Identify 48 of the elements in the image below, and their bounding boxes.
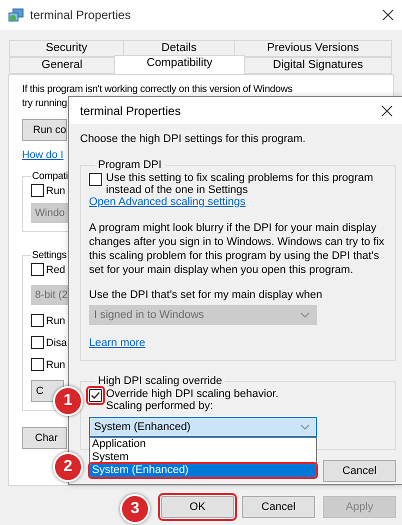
checkbox[interactable]	[89, 389, 102, 402]
tab[interactable]: General	[9, 57, 115, 74]
checkbox[interactable]	[31, 263, 44, 276]
checkbox-label: Disa	[46, 336, 68, 348]
dialog-button[interactable]: Cancel	[242, 496, 315, 518]
change-settings-button[interactable]: Char	[22, 427, 67, 449]
dropdown-option[interactable]: System (Enhanced)	[90, 464, 316, 477]
group-title: Program DPI	[97, 159, 163, 171]
close-icon[interactable]	[382, 9, 394, 21]
window-title: terminal Properties	[30, 8, 132, 22]
tab[interactable]: Security	[9, 40, 124, 57]
field-label: Scaling performed by:	[106, 400, 214, 412]
app-icon	[8, 7, 24, 23]
cancel-button[interactable]: Cancel	[323, 460, 396, 482]
checkbox[interactable]	[31, 358, 44, 371]
description-text: A program might look blurry if the DPI for your main display changes after you sign in to Windows. Windows can try to fix this scaling problem for this program by using the DPI that's set for your main display when you open this program.	[89, 221, 386, 277]
description-text: If this program isn't working correctly on this version of Windows	[22, 83, 292, 97]
checkbox-label: Use this setting to fix scaling problems for this program instead of the one in Settings	[106, 172, 374, 196]
checkbox[interactable]	[31, 184, 44, 197]
checkbox[interactable]	[31, 314, 44, 327]
chevron-icon	[300, 312, 310, 318]
window-title: terminal Properties	[80, 104, 182, 118]
dialog-button[interactable]: OK	[161, 496, 234, 518]
checkbox-label: Red	[46, 264, 66, 276]
run-button[interactable]: Run co	[22, 119, 67, 141]
checkbox-label: Run	[46, 314, 66, 326]
scaling-settings-link[interactable]: Open Advanced scaling settings	[89, 196, 246, 209]
instruction-text: Choose the high DPI settings for this program.	[80, 133, 307, 145]
tab[interactable]: Digital Signatures	[244, 57, 392, 74]
description-text: try running	[22, 97, 68, 111]
chevron-icon	[300, 424, 310, 430]
group-title: Settings	[31, 250, 68, 261]
tab[interactable]: Previous Versions	[234, 40, 392, 57]
checkbox-label: Run	[46, 184, 66, 196]
checkbox[interactable]	[89, 173, 102, 186]
group-title: Compati	[31, 171, 69, 182]
tab[interactable]: Compatibility	[114, 55, 245, 74]
checkbox-label: Override high DPI scaling behavior.	[106, 388, 278, 400]
group-title: High DPI scaling override	[97, 375, 224, 387]
checkbox[interactable]	[31, 336, 44, 349]
dropdown-label: Use the DPI that's set for my main display when	[89, 289, 324, 301]
help-link[interactable]: How do I	[22, 149, 64, 161]
dropdown-option[interactable]: System	[90, 451, 316, 464]
checkbox-label: Run	[46, 358, 66, 370]
learn-more-link[interactable]: Learn more	[89, 337, 146, 350]
dropdown[interactable]: System (Enhanced)	[89, 417, 317, 437]
dropdown-option[interactable]: Application	[90, 438, 316, 451]
close-icon[interactable]	[381, 104, 393, 116]
